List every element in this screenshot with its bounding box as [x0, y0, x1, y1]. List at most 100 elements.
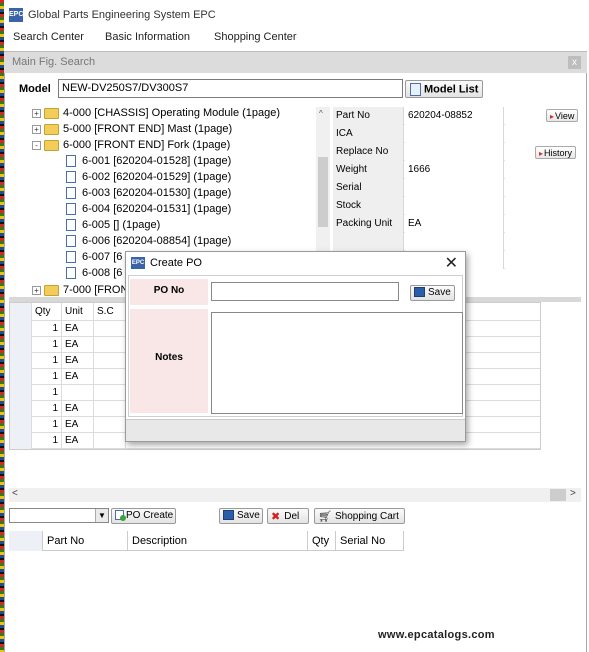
- tree-node-4000[interactable]: +4-000 [CHASSIS] Operating Module (1page…: [32, 107, 280, 123]
- history-button[interactable]: ▸History: [535, 146, 577, 159]
- row-indicator[interactable]: [10, 337, 32, 353]
- qty-cell: 1: [32, 337, 62, 353]
- model-label: Model: [19, 83, 51, 95]
- prop-value: [405, 197, 504, 215]
- unit-cell: EA: [62, 401, 94, 417]
- delete-x-icon: ✖: [271, 511, 281, 523]
- tree-scroll-thumb[interactable]: [318, 157, 328, 227]
- prop-label: ICA: [333, 125, 404, 143]
- po-create-button[interactable]: PO Create: [111, 508, 176, 524]
- row-indicator[interactable]: [10, 417, 32, 433]
- tree-node-6008[interactable]: 6-008 [6: [66, 267, 122, 283]
- tree-node-6003[interactable]: 6-003 [620204-01530] (1page): [66, 187, 231, 203]
- tree-node-6004[interactable]: 6-004 [620204-01531] (1page): [66, 203, 231, 219]
- tree-node-6005[interactable]: 6-005 [] (1page): [66, 219, 160, 235]
- row-indicator[interactable]: [10, 433, 32, 449]
- del-label: Del: [284, 511, 300, 523]
- tree-node-label: 6-001 [620204-01528] (1page): [82, 155, 232, 167]
- scroll-right-icon[interactable]: >: [570, 488, 576, 499]
- horizontal-scroll-thumb[interactable]: [550, 489, 566, 501]
- prop-value: EA: [405, 215, 504, 233]
- menu-shopping-center[interactable]: Shopping Center: [214, 31, 297, 43]
- tree-node-6007[interactable]: 6-007 [6: [66, 251, 122, 267]
- unit-cell: EA: [62, 337, 94, 353]
- horizontal-scrollbar[interactable]: < >: [9, 488, 581, 502]
- po-select[interactable]: ▼: [9, 508, 109, 523]
- column-header-qty[interactable]: Qty: [308, 531, 336, 551]
- prop-value: 620204-08852: [405, 107, 504, 125]
- save-button[interactable]: Save: [219, 508, 263, 524]
- scroll-left-icon[interactable]: <: [12, 488, 18, 499]
- sc-cell: [94, 401, 126, 417]
- collapse-icon[interactable]: -: [32, 140, 41, 150]
- tree-node-label: 6-005 [] (1page): [82, 219, 161, 231]
- tree-node-5000[interactable]: +5-000 [FRONT END] Mast (1page): [32, 123, 232, 139]
- unit-cell: EA: [62, 369, 94, 385]
- sc-cell: [94, 385, 126, 401]
- row-indicator[interactable]: [10, 401, 32, 417]
- prop-row-stock: Stock: [333, 197, 505, 215]
- dialog-save-button[interactable]: Save: [410, 285, 455, 301]
- tree-node-7000[interactable]: +7-000 [FRON: [32, 284, 128, 296]
- prop-label: Weight: [333, 161, 404, 179]
- dialog-titlebar: EPC Create PO ✕: [126, 252, 465, 274]
- tree-node-6006[interactable]: 6-006 [620204-08854] (1page): [66, 235, 231, 251]
- chevron-down-icon[interactable]: ▼: [95, 509, 108, 522]
- tree-node-6001[interactable]: 6-001 [620204-01528] (1page): [66, 155, 231, 171]
- scroll-up-icon[interactable]: ^: [319, 109, 323, 118]
- sc-cell: [94, 433, 126, 449]
- tree-node-6000[interactable]: - 6-000 [FRONT END] Fork (1page): [32, 139, 230, 155]
- prop-label: Replace No: [333, 143, 404, 161]
- prop-value: [405, 233, 504, 251]
- row-indicator[interactable]: [10, 369, 32, 385]
- close-icon[interactable]: ✕: [445, 253, 458, 273]
- po-no-input[interactable]: [211, 282, 399, 301]
- expand-icon[interactable]: +: [32, 124, 41, 134]
- unit-cell: [62, 385, 94, 401]
- folder-icon: [44, 107, 59, 119]
- column-header-qty[interactable]: Qty: [32, 303, 62, 321]
- column-header-unit[interactable]: Unit: [62, 303, 94, 321]
- model-input[interactable]: NEW-DV250S7/DV300S7: [58, 79, 403, 98]
- document-icon: [66, 219, 76, 232]
- qty-cell: 1: [32, 369, 62, 385]
- sc-cell: [94, 321, 126, 337]
- dialog-footer: [126, 419, 465, 441]
- model-list-button[interactable]: Model List: [405, 80, 483, 98]
- column-header-part-no[interactable]: Part No: [43, 531, 128, 551]
- dialog-save-label: Save: [428, 287, 451, 298]
- floppy-disk-icon: [223, 510, 234, 521]
- tree-node-6002[interactable]: 6-002 [620204-01529] (1page): [66, 171, 231, 187]
- panel-title: Main Fig. Search: [12, 56, 96, 68]
- delete-button[interactable]: ✖ Del: [267, 508, 309, 524]
- menu-search-center[interactable]: Search Center: [13, 31, 84, 43]
- row-indicator[interactable]: [10, 385, 32, 401]
- unit-cell: EA: [62, 353, 94, 369]
- column-header-sc[interactable]: S.C: [94, 303, 126, 321]
- document-icon: [66, 155, 76, 168]
- prop-label: Stock: [333, 197, 404, 215]
- expand-icon[interactable]: +: [32, 108, 41, 118]
- notes-textarea[interactable]: [211, 312, 463, 414]
- shopping-cart-button[interactable]: 🛒︎ Shopping Cart: [314, 508, 405, 524]
- qty-cell: 1: [32, 417, 62, 433]
- prop-row-part-no: Part No 620204-08852: [333, 107, 505, 125]
- panel-close-button[interactable]: x: [568, 56, 581, 69]
- menu-basic-information[interactable]: Basic Information: [105, 31, 190, 43]
- view-button[interactable]: ▸View: [546, 109, 579, 122]
- expand-icon[interactable]: +: [32, 285, 41, 295]
- document-icon: [66, 251, 76, 264]
- tree-node-label: 6-007 [6: [82, 251, 123, 263]
- row-indicator-header: [9, 531, 43, 551]
- column-header-description[interactable]: Description: [128, 531, 308, 551]
- row-indicator[interactable]: [10, 353, 32, 369]
- menu-bar: Search Center Basic Information Shopping…: [4, 29, 589, 47]
- row-indicator[interactable]: [10, 321, 32, 337]
- tree-node-label: 6-004 [620204-01531] (1page): [82, 203, 232, 215]
- app-title: Global Parts Engineering System EPC: [28, 9, 216, 21]
- qty-cell: 1: [32, 321, 62, 337]
- arrow-right-icon: ▸: [550, 112, 555, 121]
- view-label: View: [555, 111, 575, 121]
- unit-cell: EA: [62, 433, 94, 449]
- column-header-serial-no[interactable]: Serial No: [336, 531, 404, 551]
